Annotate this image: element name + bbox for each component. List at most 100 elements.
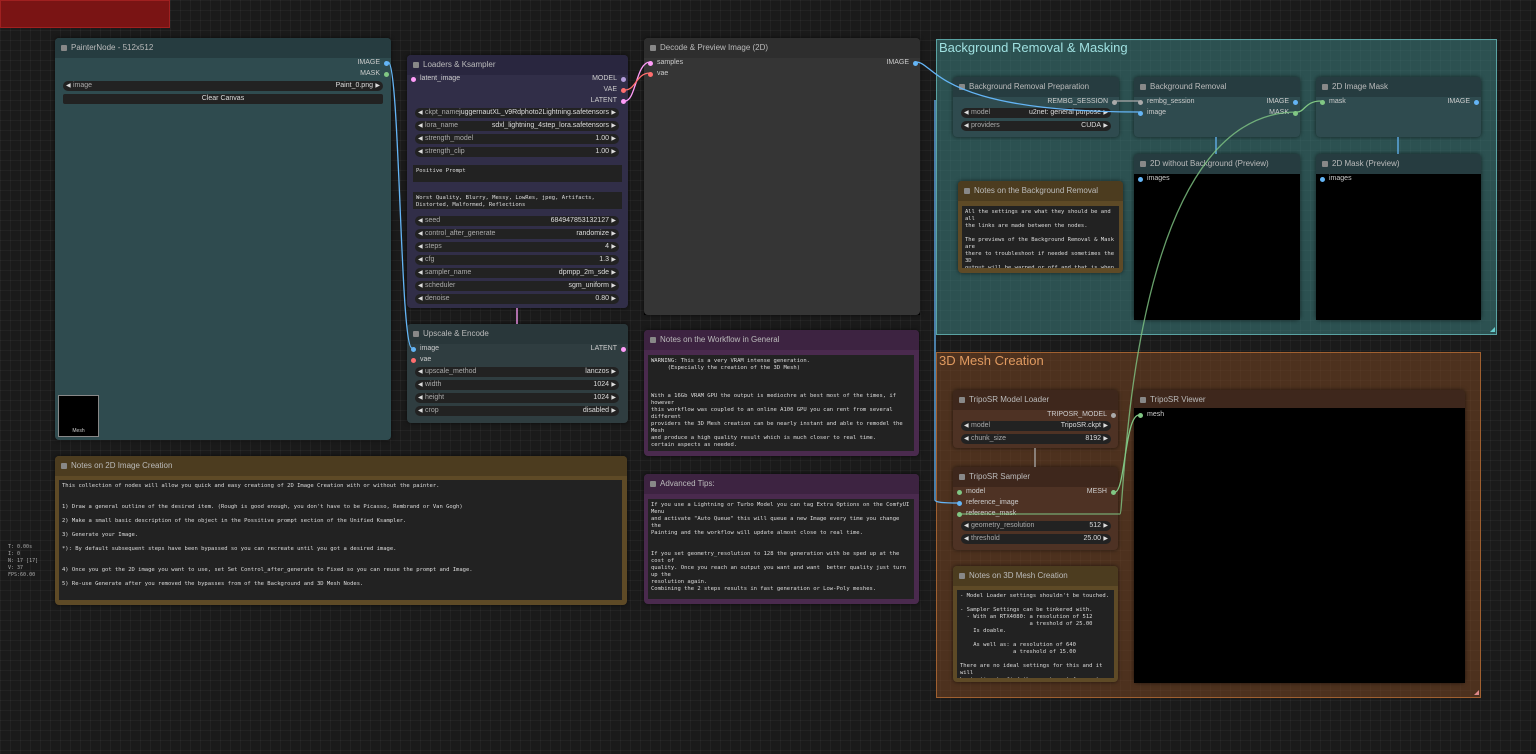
output-image[interactable]: IMAGE — [357, 58, 389, 68]
arrow-right-icon[interactable]: ▶ — [611, 367, 616, 377]
height-widget[interactable]: ◀ height 1024 ▶ — [415, 393, 619, 403]
arrow-right-icon[interactable]: ▶ — [1103, 434, 1108, 444]
upscale-method-widget[interactable]: ◀ upscale_method lanczos ▶ — [415, 367, 619, 377]
arrow-right-icon[interactable]: ▶ — [611, 216, 616, 226]
input-image[interactable]: image — [1137, 108, 1166, 118]
arrow-left-icon[interactable]: ◀ — [418, 380, 423, 390]
arrow-left-icon[interactable]: ◀ — [964, 108, 969, 118]
steps-widget[interactable]: ◀ steps 4 ▶ — [415, 242, 619, 252]
arrow-right-icon[interactable]: ▶ — [611, 268, 616, 278]
arrow-left-icon[interactable]: ◀ — [964, 534, 969, 544]
upscale-encode-node[interactable]: Upscale & Encode image vae LATENT ◀ upsca… — [407, 324, 628, 423]
mesh-viewport[interactable] — [1134, 408, 1465, 683]
loaders-ksampler-node[interactable]: Loaders & Ksampler latent_image MODEL VA… — [407, 55, 628, 308]
arrow-left-icon[interactable]: ◀ — [418, 121, 423, 131]
arrow-right-icon[interactable]: ▶ — [611, 108, 616, 118]
tips-text[interactable]: If you use a Lightning or Turbo Model yo… — [648, 499, 914, 599]
output-latent[interactable]: LATENT — [591, 96, 627, 106]
arrow-right-icon[interactable]: ▶ — [611, 281, 616, 291]
output-mask[interactable]: MASK — [1269, 108, 1298, 118]
arrow-right-icon[interactable]: ▶ — [611, 242, 616, 252]
sampler-name-widget[interactable]: ◀ sampler_name dpmpp_2m_sde ▶ — [415, 268, 619, 278]
crop-widget[interactable]: ◀ crop disabled ▶ — [415, 406, 619, 416]
notes-text[interactable]: - Model Loader settings shouldn't be tou… — [957, 590, 1114, 678]
negative-prompt-input[interactable]: Worst Quality, Blurry, Messy, LowRes, jp… — [413, 192, 622, 209]
input-image[interactable]: image — [410, 344, 439, 354]
triposr-viewer-node[interactable]: TripoSR Viewer mesh — [1134, 390, 1465, 683]
cfg-widget[interactable]: ◀ cfg 1.3 ▶ — [415, 255, 619, 265]
arrow-left-icon[interactable]: ◀ — [418, 393, 423, 403]
notes-text[interactable]: WARNING: This is a very VRAM intense gen… — [648, 355, 914, 451]
arrow-left-icon[interactable]: ◀ — [418, 406, 423, 416]
width-widget[interactable]: ◀ width 1024 ▶ — [415, 380, 619, 390]
output-image[interactable]: IMAGE — [886, 58, 918, 68]
arrow-left-icon[interactable]: ◀ — [418, 281, 423, 291]
clear-canvas-button[interactable]: Clear Canvas — [63, 94, 383, 104]
arrow-left-icon[interactable]: ◀ — [964, 121, 969, 131]
input-mesh[interactable]: mesh — [1137, 410, 1164, 420]
input-images[interactable]: images — [1319, 174, 1352, 184]
positive-prompt-input[interactable]: Positive Prompt — [413, 165, 622, 182]
input-rembg-session[interactable]: rembg_session — [1137, 97, 1194, 107]
arrow-right-icon[interactable]: ▶ — [611, 393, 616, 403]
arrow-left-icon[interactable]: ◀ — [418, 147, 423, 157]
advanced-tips-node[interactable]: Advanced Tips: If you use a Lightning or… — [644, 474, 919, 604]
control-after-generate-widget[interactable]: ◀ control_after_generate randomize ▶ — [415, 229, 619, 239]
denoise-widget[interactable]: ◀ denoise 0.80 ▶ — [415, 294, 619, 304]
notes-text[interactable]: This collection of nodes will allow you … — [59, 480, 622, 600]
input-reference-image[interactable]: reference_image — [956, 498, 1019, 508]
ckpt-name-widget[interactable]: ◀ ckpt_name juggernautXL_v9Rdphoto2Lightni… — [415, 108, 619, 118]
image-select[interactable]: ◀ image Paint_0.png ▶ — [63, 81, 383, 91]
preview-no-bg-node[interactable]: 2D without Background (Preview) images — [1134, 154, 1300, 320]
arrow-right-icon[interactable]: ▶ — [611, 147, 616, 157]
output-image[interactable]: IMAGE — [1266, 97, 1298, 107]
model-widget[interactable]: ◀ model u2net: general purpose ▶ — [961, 108, 1111, 118]
chunk-size-widget[interactable]: ◀ chunk_size 8192 ▶ — [961, 434, 1111, 444]
notes-text[interactable]: All the settings are what they should be… — [962, 206, 1119, 268]
arrow-left-icon[interactable]: ◀ — [964, 521, 969, 531]
providers-widget[interactable]: ◀ providers CUDA ▶ — [961, 121, 1111, 131]
arrow-right-icon[interactable]: ▶ — [611, 255, 616, 265]
arrow-left-icon[interactable]: ◀ — [418, 108, 423, 118]
strength-clip-widget[interactable]: ◀ strength_clip 1.00 ▶ — [415, 147, 619, 157]
arrow-left-icon[interactable]: ◀ — [418, 255, 423, 265]
output-rembg-session[interactable]: REMBG_SESSION — [1047, 97, 1117, 107]
output-image[interactable]: IMAGE — [1447, 97, 1479, 107]
bg-removal-prep-node[interactable]: Background Removal Preparation REMBG_SES… — [953, 77, 1119, 137]
output-mask[interactable]: MASK — [360, 69, 389, 79]
notes-bg-node[interactable]: Notes on the Background Removal All the … — [958, 181, 1123, 273]
arrow-left-icon[interactable]: ◀ — [418, 268, 423, 278]
triposr-loader-node[interactable]: TripoSR Model Loader TRIPOSR_MODEL ◀ mode… — [953, 390, 1118, 448]
arrow-left-icon[interactable]: ◀ — [418, 134, 423, 144]
arrow-right-icon[interactable]: ▶ — [611, 380, 616, 390]
decode-preview-node[interactable]: Decode & Preview Image (2D) samples vae … — [644, 38, 920, 315]
arrow-right-icon[interactable]: ▶ — [1103, 421, 1108, 431]
arrow-left-icon[interactable]: ◀ — [418, 229, 423, 239]
output-latent[interactable]: LATENT — [591, 344, 627, 354]
arrow-right-icon[interactable]: ▶ — [1103, 521, 1108, 531]
arrow-right-icon[interactable]: ▶ — [1103, 534, 1108, 544]
arrow-right-icon[interactable]: ▶ — [611, 406, 616, 416]
arrow-right-icon[interactable]: ▶ — [611, 229, 616, 239]
geometry-resolution-widget[interactable]: ◀ geometry_resolution 512 ▶ — [961, 521, 1111, 531]
input-vae[interactable]: vae — [647, 69, 668, 79]
input-vae[interactable]: vae — [410, 355, 431, 365]
arrow-left-icon[interactable]: ◀ — [418, 294, 423, 304]
arrow-left-icon[interactable]: ◀ — [964, 434, 969, 444]
threshold-widget[interactable]: ◀ threshold 25.00 ▶ — [961, 534, 1111, 544]
arrow-left-icon[interactable]: ◀ — [964, 421, 969, 431]
scheduler-widget[interactable]: ◀ scheduler sgm_uniform ▶ — [415, 281, 619, 291]
arrow-right-icon[interactable]: ▶ — [611, 121, 616, 131]
arrow-right-icon[interactable]: ▶ — [1103, 108, 1108, 118]
arrow-right-icon[interactable]: ▶ — [611, 294, 616, 304]
input-samples[interactable]: samples — [647, 58, 683, 68]
model-widget[interactable]: ◀ model TripoSR.ckpt ▶ — [961, 421, 1111, 431]
triposr-sampler-node[interactable]: TripoSR Sampler model reference_image re… — [953, 467, 1118, 550]
lora-name-widget[interactable]: ◀ lora_name sdxl_lightning_4step_lora.safe… — [415, 121, 619, 131]
arrow-right-icon[interactable]: ▶ — [611, 134, 616, 144]
input-mask[interactable]: mask — [1319, 97, 1346, 107]
notes-2d-node[interactable]: Notes on 2D Image Creation This collecti… — [55, 456, 627, 605]
notes-workflow-node[interactable]: Notes on the Workflow in General WARNING… — [644, 330, 919, 456]
arrow-left-icon[interactable]: ◀ — [418, 242, 423, 252]
arrow-right-icon[interactable]: ▶ — [1103, 121, 1108, 131]
